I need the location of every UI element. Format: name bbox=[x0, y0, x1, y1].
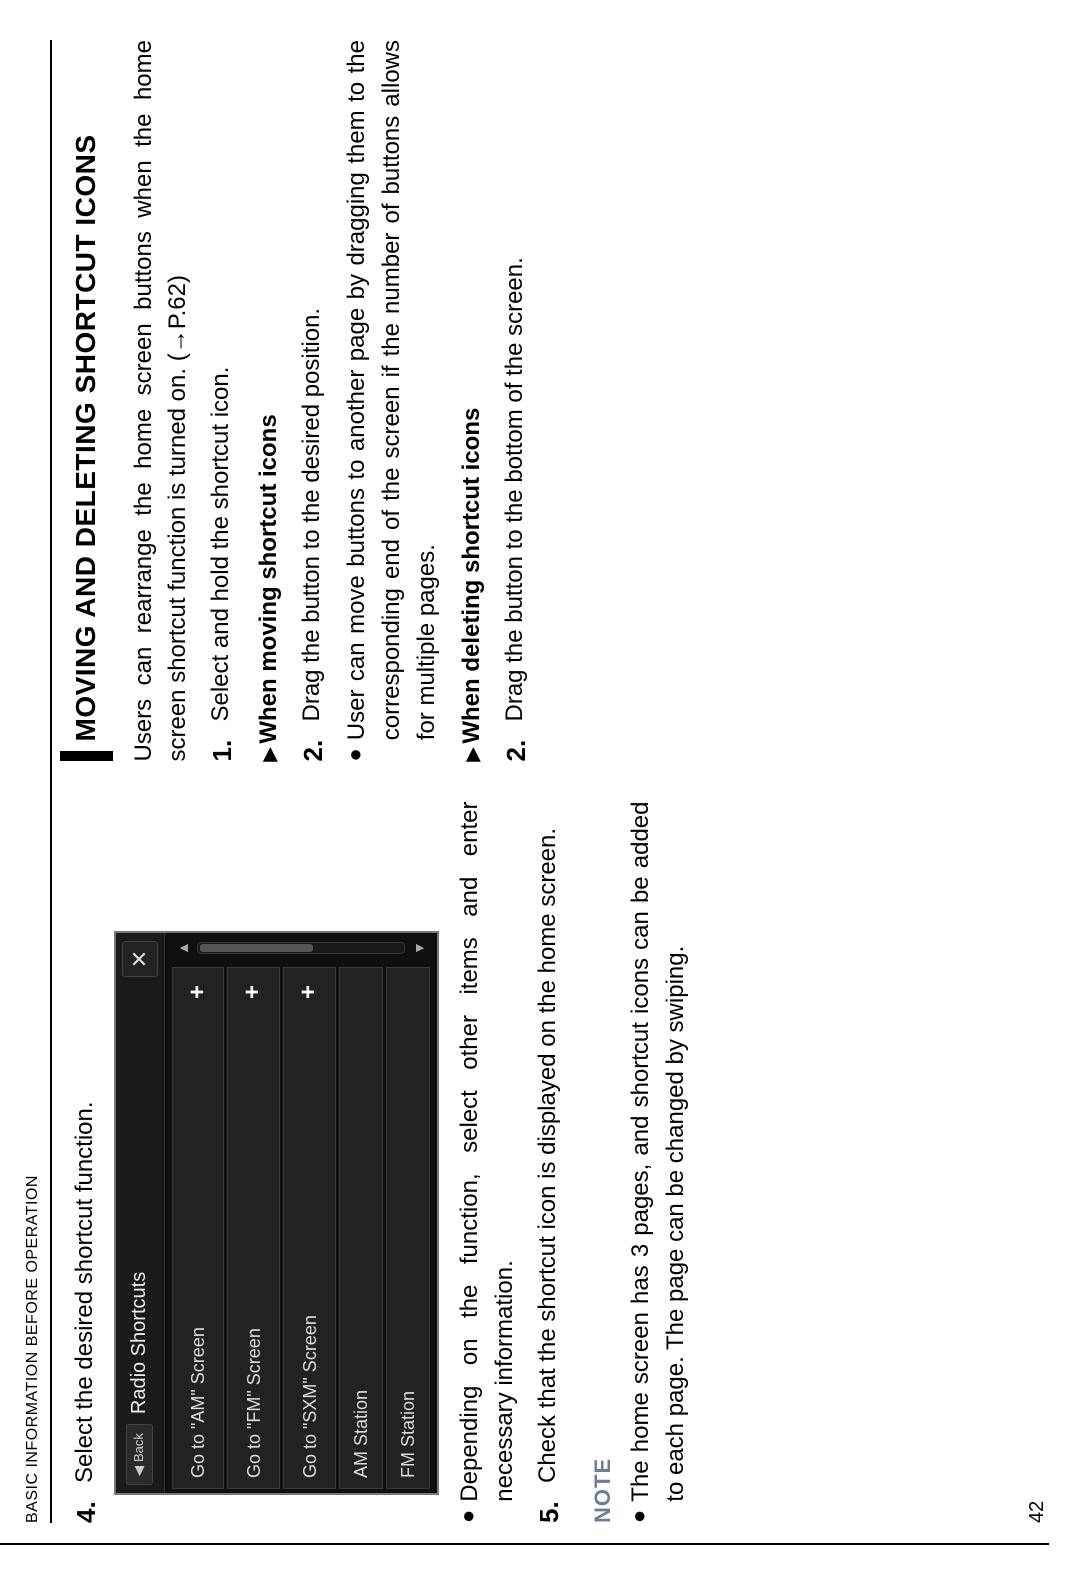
page-number: 42 bbox=[1026, 40, 1049, 1523]
back-button[interactable]: ◀ Back bbox=[126, 1424, 153, 1485]
left-column: 4. Select the desired shortcut function.… bbox=[60, 802, 1026, 1524]
note-label: NOTE bbox=[587, 802, 619, 1524]
close-icon: ✕ bbox=[124, 950, 156, 968]
step-1-number: 1. bbox=[204, 734, 242, 762]
list-item-label: Go to "SXM" Screen bbox=[297, 1006, 323, 1478]
list-item-label: Go to "AM" Screen bbox=[185, 1006, 211, 1478]
right-column: MOVING AND DELETING SHORTCUT ICONS Users… bbox=[60, 40, 1026, 762]
shortcut-list: Go to "AM" Screen + Go to "FM" Screen + … bbox=[165, 963, 438, 1493]
margin-rule bbox=[0, 1543, 1049, 1545]
list-item[interactable]: FM Station bbox=[386, 967, 430, 1489]
section-heading: MOVING AND DELETING SHORTCUT ICONS bbox=[60, 40, 113, 762]
scroll-track[interactable] bbox=[197, 942, 405, 954]
list-item[interactable]: Go to "AM" Screen + bbox=[172, 967, 225, 1489]
plus-icon[interactable]: + bbox=[181, 978, 216, 1006]
step-5-text: Check that the shortcut icon is displaye… bbox=[531, 828, 569, 1483]
list-item-label: Go to "FM" Screen bbox=[241, 1006, 267, 1478]
step-4-text: Select the desired shortcut function. bbox=[68, 1101, 106, 1483]
list-item-label: FM Station bbox=[395, 978, 421, 1478]
close-button[interactable]: ✕ bbox=[122, 941, 158, 977]
deleting-label: When deleting shortcut icons bbox=[455, 408, 490, 744]
plus-icon[interactable]: + bbox=[236, 978, 271, 1006]
intro-text: Users can rearrange the home screen butt… bbox=[127, 40, 197, 762]
chevron-down-icon[interactable]: ▼ bbox=[405, 941, 433, 955]
scroll-thumb[interactable] bbox=[200, 944, 313, 952]
bullet-icon: ● bbox=[624, 1510, 694, 1523]
triangle-icon: ▶ bbox=[256, 748, 282, 762]
bullet-icon: ● bbox=[340, 748, 444, 761]
list-item[interactable]: AM Station bbox=[339, 967, 383, 1489]
device-title: Radio Shortcuts bbox=[125, 987, 154, 1414]
bullet-text: Depending on the function, select other … bbox=[453, 802, 523, 1502]
back-label: Back bbox=[130, 1433, 149, 1462]
scrollbar[interactable]: ▲ ▼ bbox=[165, 933, 438, 963]
step-2a-text: Drag the button to the desired position. bbox=[295, 308, 333, 722]
step-4-number: 4. bbox=[68, 1495, 106, 1523]
step-5-number: 5. bbox=[531, 1495, 569, 1523]
chevron-left-icon: ◀ bbox=[130, 1466, 149, 1476]
step-2a-number: 2. bbox=[295, 734, 333, 762]
note-text: The home screen has 3 pages, and shortcu… bbox=[624, 802, 694, 1502]
moving-bullet-text: User can move buttons to another page by… bbox=[340, 40, 444, 740]
list-item[interactable]: Go to "SXM" Screen + bbox=[283, 967, 336, 1489]
step-2b-text: Drag the button to the bottom of the scr… bbox=[498, 257, 536, 721]
chevron-up-icon[interactable]: ▲ bbox=[169, 941, 197, 955]
list-item[interactable]: Go to "FM" Screen + bbox=[227, 967, 280, 1489]
triangle-icon: ▶ bbox=[459, 748, 485, 762]
device-screenshot: ◀ Back Radio Shortcuts ✕ Go to "AM" Scre… bbox=[114, 931, 440, 1495]
moving-label: When moving shortcut icons bbox=[252, 414, 287, 743]
step-1-text: Select and hold the shortcut icon. bbox=[204, 367, 242, 722]
step-2b-number: 2. bbox=[498, 734, 536, 762]
list-item-label: AM Station bbox=[348, 978, 374, 1478]
plus-icon[interactable]: + bbox=[292, 978, 327, 1006]
running-header: BASIC INFORMATION BEFORE OPERATION bbox=[20, 40, 52, 1523]
bullet-icon: ● bbox=[453, 1510, 523, 1523]
